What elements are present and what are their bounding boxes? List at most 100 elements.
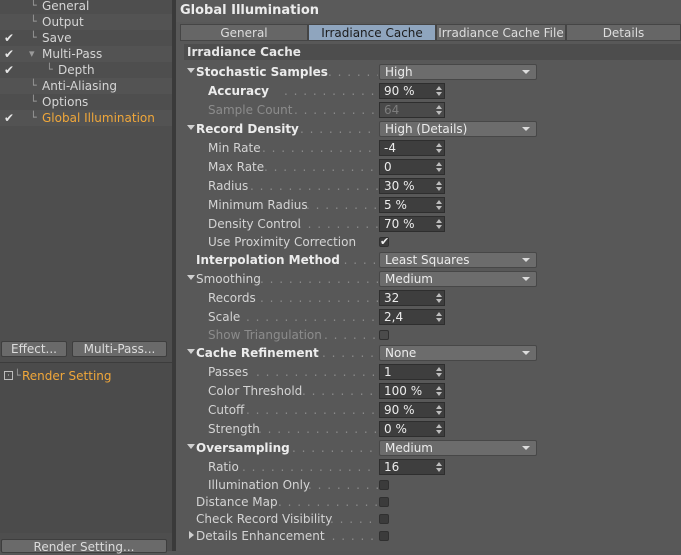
distance-map-checkbox[interactable] bbox=[379, 497, 389, 507]
checkmark-icon[interactable]: ✔ bbox=[4, 46, 16, 62]
leader-dots: . . . . . . . . . . . . . . . . . . . . … bbox=[264, 160, 378, 174]
min-rate-input[interactable]: -4 bbox=[379, 140, 445, 156]
cache-refinement-dropdown[interactable]: None bbox=[379, 345, 537, 361]
param-passes: . . . . . . . . . . . . . . . . . . . . … bbox=[176, 363, 681, 381]
spin-arrows-icon[interactable] bbox=[436, 293, 442, 303]
leader-dots: . . . . . . . . . . bbox=[328, 65, 378, 79]
stochastic-samples-dropdown[interactable]: High bbox=[379, 64, 537, 80]
param-label: Show Triangulation bbox=[208, 328, 322, 342]
param-max-rate: . . . . . . . . . . . . . . . . . . . . … bbox=[176, 158, 681, 176]
param-accuracy: . . . . . . . . . . . . . . . . . Accura… bbox=[176, 82, 681, 100]
spin-arrows-icon[interactable] bbox=[436, 462, 442, 472]
dropdown-value: None bbox=[385, 346, 417, 360]
checkmark-icon[interactable]: ✔ bbox=[4, 62, 16, 78]
tree-item-save[interactable]: ✔ └ Save bbox=[0, 30, 172, 46]
details-enhancement-checkbox[interactable] bbox=[379, 531, 389, 541]
tree-item-anti-aliasing[interactable]: └ Anti-Aliasing bbox=[0, 78, 172, 94]
tree-item-general[interactable]: └ General bbox=[0, 0, 172, 14]
ratio-input[interactable]: 16 bbox=[379, 459, 445, 475]
chevron-down-icon bbox=[522, 446, 530, 450]
spin-arrows-icon[interactable] bbox=[436, 181, 442, 191]
tree-item-options[interactable]: └ Options bbox=[0, 94, 172, 110]
multi-pass-button[interactable]: Multi-Pass... bbox=[72, 341, 167, 357]
passes-input[interactable]: 1 bbox=[379, 364, 445, 380]
collapse-triangle-icon[interactable] bbox=[187, 125, 195, 130]
param-label: Details Enhancement bbox=[196, 529, 325, 543]
leader-dots: . . . . . . . . . . . . . . . . . . bbox=[278, 495, 378, 509]
tab-irradiance-cache[interactable]: Irradiance Cache bbox=[308, 24, 436, 41]
tree-item-depth[interactable]: ✔ └ Depth bbox=[0, 62, 172, 78]
interpolation-method-dropdown[interactable]: Least Squares bbox=[379, 252, 537, 268]
show-triangulation-checkbox bbox=[379, 330, 389, 340]
spin-arrows-icon[interactable] bbox=[436, 219, 442, 229]
effect-button[interactable]: Effect... bbox=[1, 341, 67, 357]
collapse-triangle-icon[interactable] bbox=[187, 444, 195, 449]
collapse-triangle-icon[interactable] bbox=[187, 275, 195, 280]
param-cache-refinement: . . . . . . . . . . Cache Refinement Non… bbox=[176, 344, 681, 362]
checkmark-icon[interactable]: ✔ bbox=[4, 30, 16, 46]
tree-item-multi-pass[interactable]: ✔ ▾ Multi-Pass bbox=[0, 46, 172, 62]
tree-item-label: Save bbox=[42, 31, 72, 45]
minimum-radius-input[interactable]: 5 % bbox=[379, 197, 445, 213]
leader-dots: . . . . . . . . . . . . . . bbox=[298, 217, 378, 231]
smoothing-dropdown[interactable]: Medium bbox=[379, 271, 537, 287]
oversampling-dropdown[interactable]: Medium bbox=[379, 440, 537, 456]
tree-branch-icon: └ bbox=[30, 95, 37, 108]
param-label: Ratio bbox=[208, 460, 239, 474]
collapse-triangle-icon[interactable] bbox=[187, 349, 195, 354]
collapse-triangle-icon[interactable] bbox=[187, 68, 195, 73]
spin-arrows-icon[interactable] bbox=[436, 424, 442, 434]
tree-item-label: Multi-Pass bbox=[42, 47, 103, 61]
collapse-box-icon[interactable]: · bbox=[4, 371, 13, 380]
param-record-density: . . . . . . . . . . . . . . Record Densi… bbox=[176, 120, 681, 138]
spin-arrows-icon[interactable] bbox=[436, 312, 442, 322]
expand-triangle-icon[interactable]: ▾ bbox=[29, 46, 35, 62]
check-record-visibility-checkbox[interactable] bbox=[379, 514, 389, 524]
param-cutoff: . . . . . . . . . . . . . . . . . . . . … bbox=[176, 401, 681, 419]
spin-arrows-icon[interactable] bbox=[436, 367, 442, 377]
strength-input[interactable]: 0 % bbox=[379, 421, 445, 437]
tree-branch-icon: └ bbox=[30, 0, 37, 12]
spin-arrows-icon[interactable] bbox=[436, 200, 442, 210]
max-rate-input[interactable]: 0 bbox=[379, 159, 445, 175]
illumination-only-checkbox[interactable] bbox=[379, 480, 389, 490]
tab-irradiance-cache-file[interactable]: Irradiance Cache File bbox=[436, 24, 566, 41]
spin-value: 90 % bbox=[384, 84, 415, 98]
use-proximity-checkbox[interactable]: ✔ bbox=[379, 235, 390, 248]
color-threshold-input[interactable]: 100 % bbox=[379, 383, 445, 399]
param-interpolation-method: . . . . . . . . Interpolation Method Lea… bbox=[176, 251, 681, 269]
accuracy-input[interactable]: 90 % bbox=[379, 83, 445, 99]
leader-dots: . . . . . . . . . . . . . . . . . . . . … bbox=[258, 422, 378, 436]
spin-arrows-icon[interactable] bbox=[436, 143, 442, 153]
tab-details[interactable]: Details bbox=[566, 24, 681, 41]
spin-arrows-icon[interactable] bbox=[436, 86, 442, 96]
radius-input[interactable]: 30 % bbox=[379, 178, 445, 194]
sample-count-input: 64 bbox=[379, 102, 445, 118]
checkmark-icon[interactable]: ✔ bbox=[4, 110, 16, 126]
leader-dots: . . . . . . . . . . bbox=[322, 346, 378, 360]
leader-dots: . . . . . . . . . bbox=[330, 512, 378, 526]
record-density-dropdown[interactable]: High (Details) bbox=[379, 121, 537, 137]
tab-general[interactable]: General bbox=[180, 24, 308, 41]
param-label: Oversampling bbox=[196, 441, 290, 455]
checkmark-icon: ✔ bbox=[380, 235, 390, 248]
tree-item-label: Output bbox=[42, 15, 84, 29]
density-control-input[interactable]: 70 % bbox=[379, 216, 445, 232]
spin-arrows-icon[interactable] bbox=[436, 162, 442, 172]
leader-dots: . . . . . . . . . . . . . . bbox=[302, 384, 378, 398]
tree-item-output[interactable]: └ Output bbox=[0, 14, 172, 30]
param-label: Record Density bbox=[196, 122, 299, 136]
scale-input[interactable]: 2,4 bbox=[379, 309, 445, 325]
leader-dots: . . . . . . . . . . . . . . . . . bbox=[284, 84, 378, 98]
cutoff-input[interactable]: 90 % bbox=[379, 402, 445, 418]
leader-dots: . . . . . . . . . . . . . . . . . . . . … bbox=[250, 179, 378, 193]
spin-arrows-icon[interactable] bbox=[436, 386, 442, 396]
tree-item-global-illumination[interactable]: ✔ └ Global Illumination bbox=[0, 110, 172, 126]
spin-value: -4 bbox=[384, 141, 396, 155]
records-input[interactable]: 32 bbox=[379, 290, 445, 306]
chevron-down-icon bbox=[522, 70, 530, 74]
expand-triangle-icon[interactable] bbox=[189, 531, 194, 539]
dropdown-value: Medium bbox=[385, 272, 433, 286]
spin-value: 70 % bbox=[384, 217, 415, 231]
spin-arrows-icon[interactable] bbox=[436, 405, 442, 415]
